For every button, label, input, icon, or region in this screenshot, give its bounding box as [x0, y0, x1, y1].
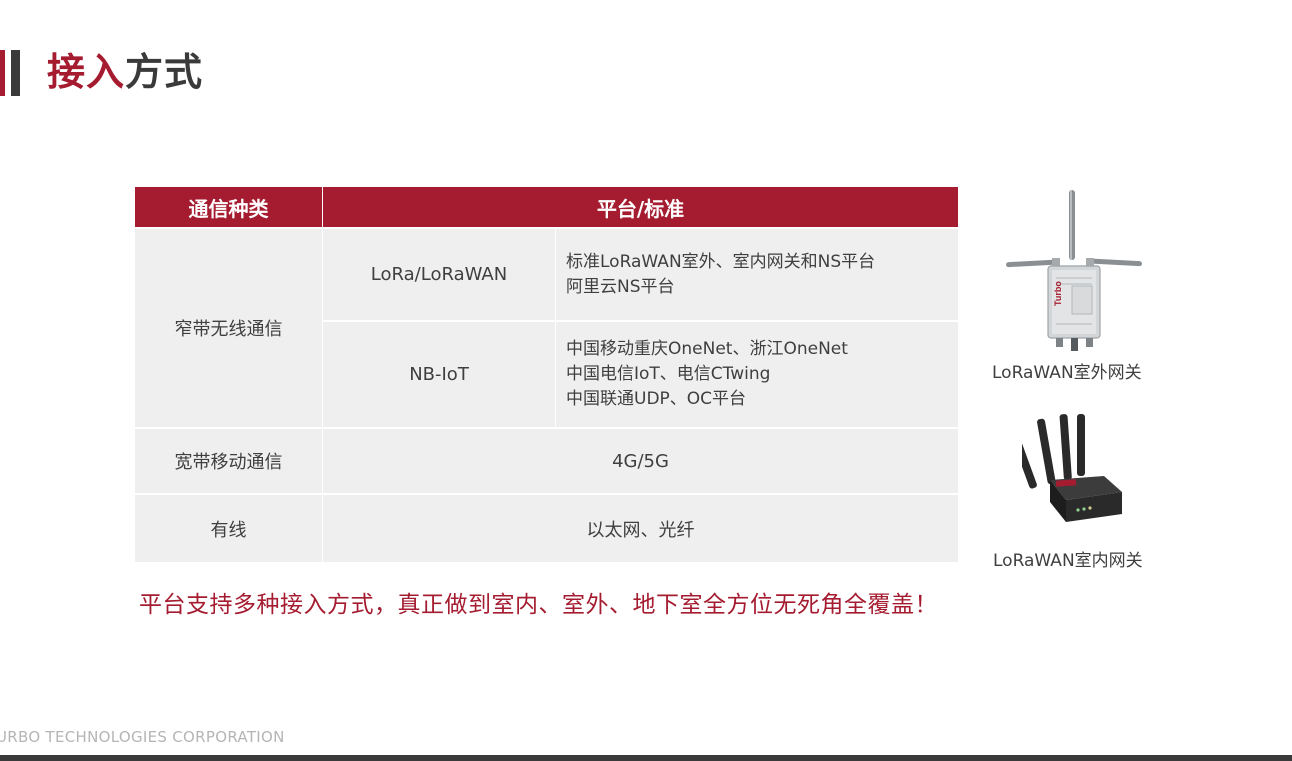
page-title-rest: 方式 — [125, 50, 204, 94]
outdoor-gateway-caption: LoRaWAN室外网关 — [992, 363, 1142, 383]
category-narrowband: 窄带无线通信 — [135, 229, 322, 427]
col-header-category: 通信种类 — [135, 187, 322, 227]
footer-bar — [0, 755, 1292, 761]
tech-nbiot: NB-IoT — [323, 322, 555, 427]
platform-lora-1: 标准LoRaWAN室外、室内网关和NS平台 — [566, 251, 876, 272]
value-wired: 以太网、光纤 — [323, 495, 958, 562]
title-accent-bar-red — [0, 50, 5, 96]
category-broadband: 宽带移动通信 — [135, 429, 322, 493]
outdoor-gateway-image: Turbo — [1006, 190, 1142, 351]
platform-nbiot-2: 中国电信IoT、电信CTwing — [566, 364, 771, 384]
indoor-gateway-image — [1022, 414, 1122, 522]
category-wired: 有线 — [135, 495, 322, 562]
gateway-brand-badge: Turbo — [1053, 281, 1063, 306]
platforms-nbiot: 中国移动重庆OneNet、浙江OneNet 中国电信IoT、电信CTwing 中… — [556, 322, 958, 427]
value-broadband: 4G/5G — [323, 429, 958, 493]
coverage-tagline: 平台支持多种接入方式，真正做到室内、室外、地下室全方位无死角全覆盖！ — [139, 592, 938, 618]
title-accent-bar-dark — [11, 50, 20, 96]
indoor-gateway-caption: LoRaWAN室内网关 — [993, 551, 1143, 571]
platform-nbiot-3: 中国联通UDP、OC平台 — [566, 389, 747, 409]
platform-nbiot-1: 中国移动重庆OneNet、浙江OneNet — [566, 339, 848, 359]
page-title: 接入方式 — [47, 44, 203, 100]
tech-lora: LoRa/LoRaWAN — [323, 229, 555, 320]
col-header-platform: 平台/标准 — [323, 187, 958, 227]
footer-company: URBO TECHNOLOGIES CORPORATION — [0, 728, 285, 746]
platform-lora-2: 阿里云NS平台 — [566, 276, 675, 297]
platforms-lora: 标准LoRaWAN室外、室内网关和NS平台 阿里云NS平台 — [556, 229, 958, 320]
page-title-accent: 接入 — [47, 50, 126, 94]
